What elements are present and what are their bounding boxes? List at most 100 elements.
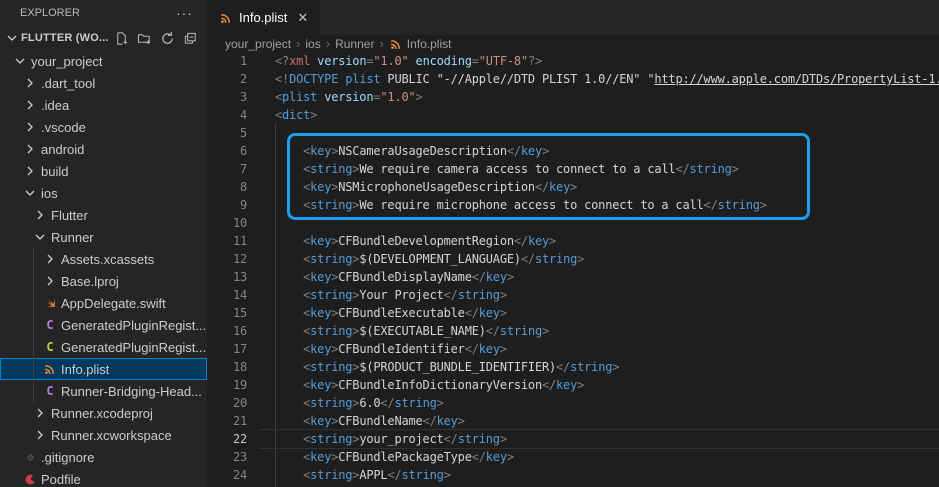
code-line-15[interactable]: 15 <key>CFBundleExecutable</key> [207,304,939,322]
code-line-16[interactable]: 16 <string>$(EXECUTABLE_NAME)</string> [207,322,939,340]
tree-item-your-project[interactable]: your_project [0,50,207,72]
tree-item-vscode[interactable]: .vscode [0,116,207,138]
refresh-icon[interactable] [158,29,176,47]
tree-item-assets-xcassets[interactable]: Assets.xcassets [0,248,207,270]
code-line-13[interactable]: 13 <key>CFBundleDisplayName</key> [207,268,939,286]
tree-item-appdelegate-swift[interactable]: AppDelegate.swift [0,292,207,314]
breadcrumb-item-info-plist[interactable]: Info.plist [389,37,452,51]
code-line-19[interactable]: 19 <key>CFBundleInfoDictionaryVersion</k… [207,376,939,394]
tree-item-label: Flutter [51,208,88,223]
line-number[interactable]: 16 [207,322,247,340]
tree-item-flutter[interactable]: Flutter [0,204,207,226]
tree-item-base-lproj[interactable]: Base.lproj [0,270,207,292]
line-number[interactable]: 18 [207,358,247,376]
line-content: <string>6.0</string> [275,394,444,412]
line-number[interactable]: 21 [207,412,247,430]
code-line-22[interactable]: 22 <string>your_project</string> [207,430,939,448]
line-number[interactable]: 19 [207,376,247,394]
line-number[interactable]: 14 [207,286,247,304]
code-line-21[interactable]: 21 <key>CFBundleName</key> [207,412,939,430]
tree-item-runner-bridging-head[interactable]: CRunner-Bridging-Head... [0,380,207,402]
line-content: <key>CFBundleName</key> [275,412,465,430]
tree-item-idea[interactable]: .idea [0,94,207,116]
line-number[interactable]: 6 [207,142,247,160]
line-number[interactable]: 2 [207,70,247,88]
git-icon [22,449,38,465]
code-line-4[interactable]: 4<dict> [207,106,939,124]
chevron-right-icon [32,405,48,421]
code-line-7[interactable]: 7 <string>We require camera access to co… [207,160,939,178]
tree-item-label: AppDelegate.swift [61,296,166,311]
code-line-20[interactable]: 20 <string>6.0</string> [207,394,939,412]
line-number[interactable]: 1 [207,52,247,70]
tree-item-label: ios [41,186,58,201]
line-number[interactable]: 3 [207,88,247,106]
tree-item-info-plist[interactable]: Info.plist [0,358,207,380]
line-number[interactable]: 22 [207,430,247,448]
breadcrumb-item-runner[interactable]: Runner [335,37,374,51]
tree-item-label: build [41,164,68,179]
tree-item-label: .gitignore [41,450,94,465]
new-folder-icon[interactable] [135,29,153,47]
tree-indent-guide [33,248,34,402]
tab-info-plist[interactable]: Info.plist ✕ [207,0,320,35]
workspace-section-header[interactable]: FLUTTER (WO... [0,26,207,50]
line-number[interactable]: 4 [207,106,247,124]
line-number[interactable]: 11 [207,232,247,250]
code-line-5[interactable]: 5 [207,124,939,142]
code-line-18[interactable]: 18 <string>$(PRODUCT_BUNDLE_IDENTIFIER)<… [207,358,939,376]
code-line-11[interactable]: 11 <key>CFBundleDevelopmentRegion</key> [207,232,939,250]
code-line-10[interactable]: 10 [207,214,939,232]
code-line-1[interactable]: 1<?xml version="1.0" encoding="UTF-8"?> [207,52,939,70]
section-actions [112,29,207,47]
code-line-24[interactable]: 24 <string>APPL</string> [207,466,939,484]
line-number[interactable]: 9 [207,196,247,214]
code-line-2[interactable]: 2<!DOCTYPE plist PUBLIC "-//Apple//DTD P… [207,70,939,88]
line-number[interactable]: 24 [207,466,247,484]
collapse-all-icon[interactable] [181,29,199,47]
tree-item-runner[interactable]: Runner [0,226,207,248]
tree-item-label: .idea [41,98,69,113]
new-file-icon[interactable] [112,29,130,47]
breadcrumb-item-ios[interactable]: ios [305,37,320,51]
line-number[interactable]: 7 [207,160,247,178]
code-line-17[interactable]: 17 <key>CFBundleIdentifier</key> [207,340,939,358]
tree-item-gitignore[interactable]: .gitignore [0,446,207,468]
tab-label: Info.plist [239,10,287,25]
line-number[interactable]: 23 [207,448,247,466]
code-line-3[interactable]: 3 <plist version="1.0"> [207,88,939,106]
tree-item-runner-xcodeproj[interactable]: Runner.xcodeproj [0,402,207,424]
line-number[interactable]: 5 [207,124,247,142]
tree-item-ios[interactable]: ios [0,182,207,204]
code-lines[interactable]: 1<?xml version="1.0" encoding="UTF-8"?>2… [207,52,939,487]
chevron-right-icon [22,75,38,91]
tree-item-build[interactable]: build [0,160,207,182]
tree-item-dart-tool[interactable]: .dart_tool [0,72,207,94]
line-number[interactable]: 10 [207,214,247,232]
tree-item-podfile[interactable]: Podfile [0,468,207,487]
code-line-8[interactable]: 8 <key>NSMicrophoneUsageDescription</key… [207,178,939,196]
line-content: <plist version="1.0"> [275,88,423,106]
line-number[interactable]: 17 [207,340,247,358]
code-line-9[interactable]: 9 <string>We require microphone access t… [207,196,939,214]
code-line-23[interactable]: 23 <key>CFBundlePackageType</key> [207,448,939,466]
c-purple-icon: C [42,317,58,333]
line-number[interactable]: 15 [207,304,247,322]
line-number[interactable]: 20 [207,394,247,412]
code-line-6[interactable]: 6 <key>NSCameraUsageDescription</key> [207,142,939,160]
close-icon[interactable]: ✕ [297,10,308,26]
breadcrumb-item-your_project[interactable]: your_project [225,37,291,51]
line-number[interactable]: 13 [207,268,247,286]
tree-item-android[interactable]: android [0,138,207,160]
line-content: <key>CFBundlePackageType</key> [275,448,514,466]
chevron-down-icon [32,229,48,245]
tree-item-generatedpluginregist[interactable]: CGeneratedPluginRegist... [0,336,207,358]
code-line-14[interactable]: 14 <string>Your Project</string> [207,286,939,304]
code-line-12[interactable]: 12 <string>$(DEVELOPMENT_LANGUAGE)</stri… [207,250,939,268]
line-number[interactable]: 8 [207,178,247,196]
more-actions-icon[interactable]: ··· [176,5,193,21]
tree-item-runner-xcworkspace[interactable]: Runner.xcworkspace [0,424,207,446]
tree-item-generatedpluginregist[interactable]: CGeneratedPluginRegist... [0,314,207,336]
line-number[interactable]: 12 [207,250,247,268]
breadcrumb-file-label: Info.plist [407,37,452,51]
